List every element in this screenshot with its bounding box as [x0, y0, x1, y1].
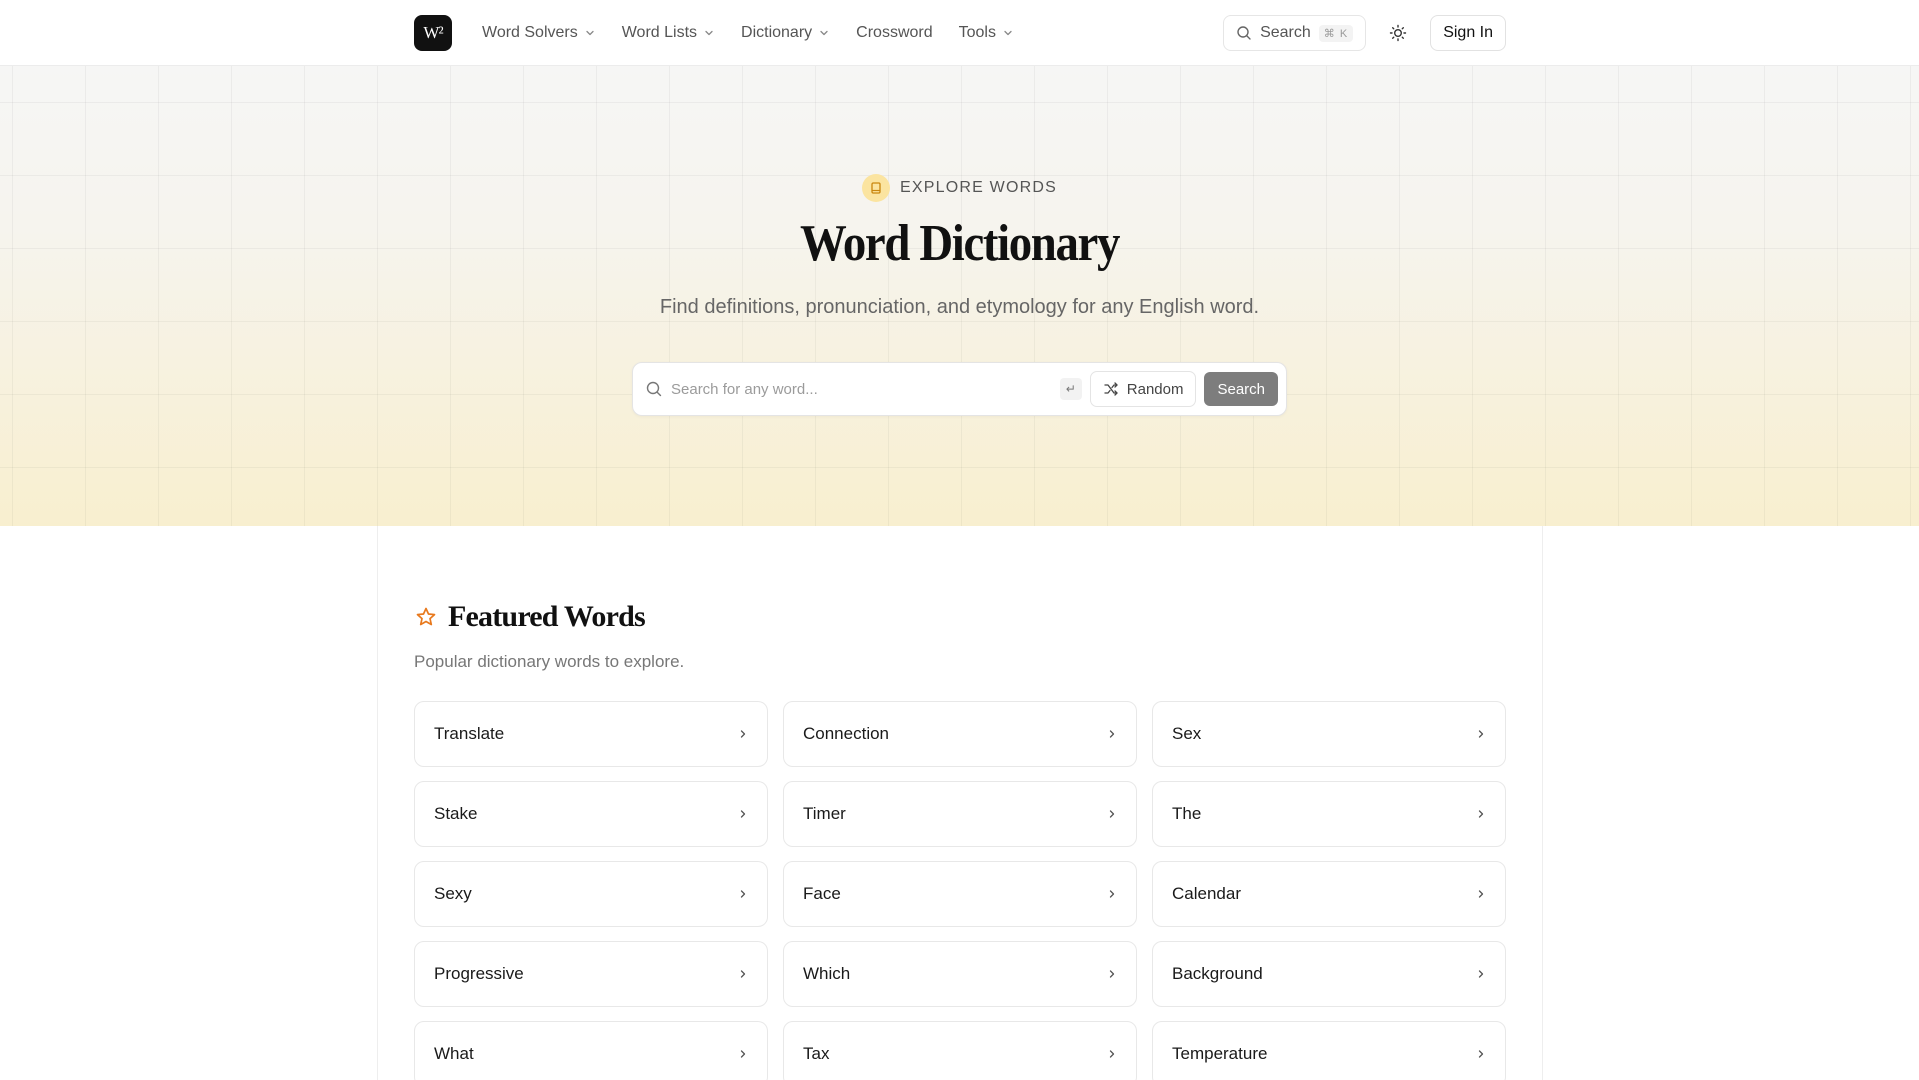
chevron-down-icon [586, 30, 594, 36]
shuffle-icon [1104, 382, 1118, 396]
word-card-label: Which [803, 964, 851, 983]
word-card-label: Face [803, 884, 841, 903]
word-card[interactable]: Progressive [414, 941, 768, 1007]
enter-key-hint: ↵ [1059, 378, 1082, 400]
nav-dictionary[interactable]: Dictionary [741, 24, 830, 42]
nav-label: Crossword [856, 24, 933, 41]
word-card[interactable]: Face [783, 861, 1137, 927]
hero-subtitle: Find definitions, pronunciation, and ety… [659, 296, 1260, 318]
hero-section: EXPLORE WORDS Word Dictionary Find defin… [0, 66, 1919, 526]
nav-label: Tools [958, 24, 996, 41]
nav-label: Word Lists [621, 24, 698, 41]
chevron-right-icon [1478, 890, 1484, 898]
chevron-down-icon [705, 30, 713, 36]
search-icon [646, 381, 662, 397]
search-icon [1237, 26, 1251, 40]
theme-toggle-button[interactable] [1384, 19, 1412, 47]
nav-label: Word Solvers [482, 24, 578, 41]
word-card[interactable]: Which [783, 941, 1137, 1007]
word-card[interactable]: Temperature [1152, 1021, 1506, 1080]
chevron-right-icon [740, 730, 746, 738]
word-card-label: Translate [434, 724, 505, 743]
chevron-right-icon [1109, 730, 1115, 738]
chevron-right-icon [1109, 890, 1115, 898]
main-nav: Word Solvers Word Lists Dictionary Cross… [482, 24, 1014, 42]
word-card[interactable]: Timer [783, 781, 1137, 847]
word-card-label: Timer [803, 804, 846, 823]
word-card[interactable]: The [1152, 781, 1506, 847]
nav-word-lists[interactable]: Word Lists [622, 24, 715, 42]
word-card-label: Connection [803, 724, 890, 743]
word-card[interactable]: Calendar [1152, 861, 1506, 927]
nav-tools[interactable]: Tools [959, 24, 1014, 42]
sign-in-label: Sign In [1443, 24, 1493, 41]
word-card[interactable]: Sex [1152, 701, 1506, 767]
hero-eyebrow: EXPLORE WORDS [0, 174, 1919, 202]
word-card[interactable]: Stake [414, 781, 768, 847]
word-card-label: Sex [1172, 724, 1202, 743]
logo-text: W² [423, 23, 443, 42]
search-submit-button[interactable]: Search [1204, 372, 1278, 406]
word-card-label: Calendar [1172, 884, 1241, 903]
site-header: W² Word Solvers Word Lists Dictionary Cr… [0, 0, 1919, 66]
nav-word-solvers[interactable]: Word Solvers [482, 24, 596, 42]
header-search-button[interactable]: Search ⌘ K [1223, 15, 1367, 51]
chevron-right-icon [1109, 810, 1115, 818]
site-logo[interactable]: W² [414, 15, 452, 51]
header-search-label: Search [1260, 24, 1311, 41]
chevron-right-icon [1478, 810, 1484, 818]
word-card[interactable]: Translate [414, 701, 768, 767]
random-label: Random [1126, 380, 1184, 398]
eyebrow-text: EXPLORE WORDS [900, 179, 1057, 196]
chevron-down-icon [1004, 30, 1012, 36]
search-shortcut: ⌘ K [1318, 24, 1354, 42]
featured-subtitle: Popular dictionary words to explore. [414, 652, 685, 671]
word-card-label: Stake [434, 804, 478, 823]
word-search-input[interactable] [671, 380, 1060, 398]
word-card[interactable]: Sexy [414, 861, 768, 927]
chevron-right-icon [1109, 1050, 1115, 1058]
word-card[interactable]: Background [1152, 941, 1506, 1007]
chevron-down-icon [820, 30, 828, 36]
chevron-right-icon [740, 1050, 746, 1058]
word-card-label: Progressive [434, 964, 524, 983]
chevron-right-icon [740, 970, 746, 978]
word-card-label: What [434, 1044, 474, 1063]
word-card[interactable]: What [414, 1021, 768, 1080]
sun-icon [1389, 24, 1407, 42]
featured-header: Featured Words [414, 600, 1506, 634]
header-actions: Search ⌘ K Sign In [1223, 15, 1506, 51]
featured-title: Featured Words [448, 600, 646, 633]
nav-crossword[interactable]: Crossword [856, 24, 932, 42]
header-inner: W² Word Solvers Word Lists Dictionary Cr… [414, 0, 1506, 66]
word-card[interactable]: Tax [783, 1021, 1137, 1080]
word-card[interactable]: Connection [783, 701, 1137, 767]
chevron-right-icon [1478, 970, 1484, 978]
word-card-label: Background [1172, 964, 1263, 983]
chevron-right-icon [740, 810, 746, 818]
word-search-bar: ↵ Random Search [632, 362, 1287, 416]
chevron-right-icon [1478, 1050, 1484, 1058]
random-word-button[interactable]: Random [1089, 371, 1197, 407]
book-icon [862, 174, 891, 202]
featured-words-section: Featured Words Popular dictionary words … [414, 600, 1506, 1080]
word-card-label: The [1172, 804, 1202, 823]
sign-in-button[interactable]: Sign In [1430, 15, 1506, 51]
page-title: Word Dictionary [799, 215, 1120, 272]
chevron-right-icon [1478, 730, 1484, 738]
featured-word-grid: Translate Connection Sex Stake Timer The… [414, 701, 1506, 1080]
word-card-label: Temperature [1172, 1044, 1268, 1063]
chevron-right-icon [1109, 970, 1115, 978]
word-card-label: Tax [803, 1044, 830, 1063]
nav-label: Dictionary [741, 24, 813, 41]
chevron-right-icon [740, 890, 746, 898]
word-card-label: Sexy [434, 884, 472, 903]
star-icon [416, 607, 436, 626]
